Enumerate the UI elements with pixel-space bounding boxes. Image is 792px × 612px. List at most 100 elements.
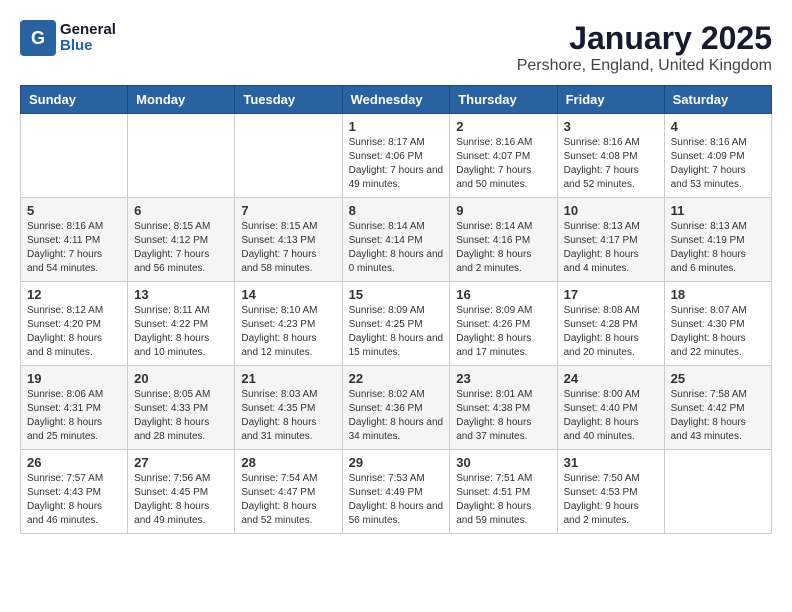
calendar-cell: 24Sunrise: 8:00 AMSunset: 4:40 PMDayligh…: [557, 366, 664, 450]
calendar-cell: [235, 114, 342, 198]
day-number: 16: [456, 287, 550, 302]
day-number: 22: [349, 371, 444, 386]
calendar-cell: 9Sunrise: 8:14 AMSunset: 4:16 PMDaylight…: [450, 198, 557, 282]
logo-icon: G: [20, 20, 56, 56]
calendar-cell: 30 Sunrise: 7:51 AMSunset: 4:51 PMDayligh…: [450, 450, 557, 534]
calendar-cell: 29 Sunrise: 7:53 AMSunset: 4:49 PMDayligh…: [342, 450, 450, 534]
calendar-cell: 26 Sunrise: 7:57 AMSunset: 4:43 PMDayligh…: [21, 450, 128, 534]
calendar-cell: 17 Sunrise: 8:08 AMSunset: 4:28 PMDayligh…: [557, 282, 664, 366]
day-number: 19: [27, 371, 121, 386]
calendar-week-1: 1Sunrise: 8:17 AMSunset: 4:06 PMDaylight…: [21, 114, 772, 198]
day-info: Sunrise: 8:15 AMSunset: 4:13 PMDaylight:…: [241, 220, 335, 276]
calendar-cell: 27 Sunrise: 7:56 AMSunset: 4:45 PMDayligh…: [128, 450, 235, 534]
header-sunday: Sunday: [21, 86, 128, 114]
day-number: 18: [671, 287, 765, 302]
day-number: 17: [564, 287, 658, 302]
svg-text:G: G: [31, 28, 45, 48]
day-info: Sunrise: 8:08 AMSunset: 4:28 PMDaylight:…: [564, 304, 658, 360]
day-info: Sunrise: 8:02 AMSunset: 4:36 PMDaylight:…: [349, 388, 444, 444]
day-info: Sunrise: 7:57 AMSunset: 4:43 PMDaylight:…: [27, 472, 121, 528]
day-number: 3: [564, 119, 658, 134]
day-number: 30: [456, 455, 550, 470]
calendar-cell: 1Sunrise: 8:17 AMSunset: 4:06 PMDaylight…: [342, 114, 450, 198]
day-info: Sunrise: 7:58 AMSunset: 4:42 PMDaylight:…: [671, 388, 765, 444]
header-wednesday: Wednesday: [342, 86, 450, 114]
calendar-cell: 28 Sunrise: 7:54 AMSunset: 4:47 PMDayligh…: [235, 450, 342, 534]
header-tuesday: Tuesday: [235, 86, 342, 114]
header-thursday: Thursday: [450, 86, 557, 114]
day-number: 12: [27, 287, 121, 302]
calendar-cell: 15Sunrise: 8:09 AMSunset: 4:25 PMDayligh…: [342, 282, 450, 366]
day-info: Sunrise: 8:13 AMSunset: 4:19 PMDaylight:…: [671, 220, 765, 276]
logo: G General Blue: [20, 20, 116, 56]
day-info: Sunrise: 8:16 AMSunset: 4:08 PMDaylight:…: [564, 136, 658, 192]
day-number: 5: [27, 203, 121, 218]
day-info: Sunrise: 7:51 AMSunset: 4:51 PMDaylight:…: [456, 472, 550, 528]
header-monday: Monday: [128, 86, 235, 114]
day-info: Sunrise: 8:11 AMSunset: 4:22 PMDaylight:…: [134, 304, 228, 360]
calendar-cell: 7 Sunrise: 8:15 AMSunset: 4:13 PMDaylight…: [235, 198, 342, 282]
day-number: 14: [241, 287, 335, 302]
calendar-cell: 6 Sunrise: 8:15 AMSunset: 4:12 PMDaylight…: [128, 198, 235, 282]
day-info: Sunrise: 7:50 AMSunset: 4:53 PMDaylight:…: [564, 472, 658, 528]
calendar-week-4: 19 Sunrise: 8:06 AMSunset: 4:31 PMDayligh…: [21, 366, 772, 450]
day-info: Sunrise: 8:17 AMSunset: 4:06 PMDaylight:…: [349, 136, 444, 192]
day-number: 27: [134, 455, 228, 470]
calendar-cell: 20Sunrise: 8:05 AMSunset: 4:33 PMDayligh…: [128, 366, 235, 450]
day-info: Sunrise: 7:54 AMSunset: 4:47 PMDaylight:…: [241, 472, 335, 528]
calendar-cell: 13 Sunrise: 8:11 AMSunset: 4:22 PMDayligh…: [128, 282, 235, 366]
day-info: Sunrise: 8:07 AMSunset: 4:30 PMDaylight:…: [671, 304, 765, 360]
calendar-cell: 19 Sunrise: 8:06 AMSunset: 4:31 PMDayligh…: [21, 366, 128, 450]
day-number: 28: [241, 455, 335, 470]
day-number: 9: [456, 203, 550, 218]
day-info: Sunrise: 8:13 AMSunset: 4:17 PMDaylight:…: [564, 220, 658, 276]
day-info: Sunrise: 8:09 AMSunset: 4:26 PMDaylight:…: [456, 304, 550, 360]
day-info: Sunrise: 7:53 AMSunset: 4:49 PMDaylight:…: [349, 472, 444, 528]
day-number: 24: [564, 371, 658, 386]
day-info: Sunrise: 8:01 AMSunset: 4:38 PMDaylight:…: [456, 388, 550, 444]
header: G General Blue January 2025 Pershore, En…: [20, 20, 772, 75]
day-number: 6: [134, 203, 228, 218]
calendar-table: SundayMondayTuesdayWednesdayThursdayFrid…: [20, 85, 772, 534]
logo-blue: Blue: [60, 38, 116, 55]
day-number: 20: [134, 371, 228, 386]
calendar-cell: 4Sunrise: 8:16 AMSunset: 4:09 PMDaylight…: [664, 114, 771, 198]
day-info: Sunrise: 8:03 AMSunset: 4:35 PMDaylight:…: [241, 388, 335, 444]
calendar-week-5: 26 Sunrise: 7:57 AMSunset: 4:43 PMDayligh…: [21, 450, 772, 534]
calendar-cell: 25 Sunrise: 7:58 AMSunset: 4:42 PMDayligh…: [664, 366, 771, 450]
day-number: 2: [456, 119, 550, 134]
day-info: Sunrise: 8:16 AMSunset: 4:07 PMDaylight:…: [456, 136, 550, 192]
calendar-cell: 31 Sunrise: 7:50 AMSunset: 4:53 PMDayligh…: [557, 450, 664, 534]
day-number: 31: [564, 455, 658, 470]
day-number: 7: [241, 203, 335, 218]
calendar-cell: 8 Sunrise: 8:14 AMSunset: 4:14 PMDaylight…: [342, 198, 450, 282]
day-number: 13: [134, 287, 228, 302]
day-info: Sunrise: 8:16 AMSunset: 4:09 PMDaylight:…: [671, 136, 765, 192]
day-number: 26: [27, 455, 121, 470]
calendar-cell: 2 Sunrise: 8:16 AMSunset: 4:07 PMDaylight…: [450, 114, 557, 198]
calendar-cell: [664, 450, 771, 534]
day-info: Sunrise: 8:15 AMSunset: 4:12 PMDaylight:…: [134, 220, 228, 276]
day-number: 29: [349, 455, 444, 470]
day-number: 23: [456, 371, 550, 386]
calendar-header-row: SundayMondayTuesdayWednesdayThursdayFrid…: [21, 86, 772, 114]
day-number: 8: [349, 203, 444, 218]
day-number: 21: [241, 371, 335, 386]
calendar-cell: 16 Sunrise: 8:09 AMSunset: 4:26 PMDayligh…: [450, 282, 557, 366]
calendar-cell: 11Sunrise: 8:13 AMSunset: 4:19 PMDayligh…: [664, 198, 771, 282]
calendar-cell: [128, 114, 235, 198]
calendar-cell: 12Sunrise: 8:12 AMSunset: 4:20 PMDayligh…: [21, 282, 128, 366]
calendar-cell: 18 Sunrise: 8:07 AMSunset: 4:30 PMDayligh…: [664, 282, 771, 366]
header-friday: Friday: [557, 86, 664, 114]
day-number: 25: [671, 371, 765, 386]
day-number: 15: [349, 287, 444, 302]
day-info: Sunrise: 8:16 AMSunset: 4:11 PMDaylight:…: [27, 220, 121, 276]
location-title: Pershore, England, United Kingdom: [517, 57, 772, 75]
day-info: Sunrise: 8:14 AMSunset: 4:14 PMDaylight:…: [349, 220, 444, 276]
calendar-cell: [21, 114, 128, 198]
day-info: Sunrise: 7:56 AMSunset: 4:45 PMDaylight:…: [134, 472, 228, 528]
day-info: Sunrise: 8:06 AMSunset: 4:31 PMDaylight:…: [27, 388, 121, 444]
header-saturday: Saturday: [664, 86, 771, 114]
calendar-cell: 3 Sunrise: 8:16 AMSunset: 4:08 PMDaylight…: [557, 114, 664, 198]
calendar-cell: 14Sunrise: 8:10 AMSunset: 4:23 PMDayligh…: [235, 282, 342, 366]
